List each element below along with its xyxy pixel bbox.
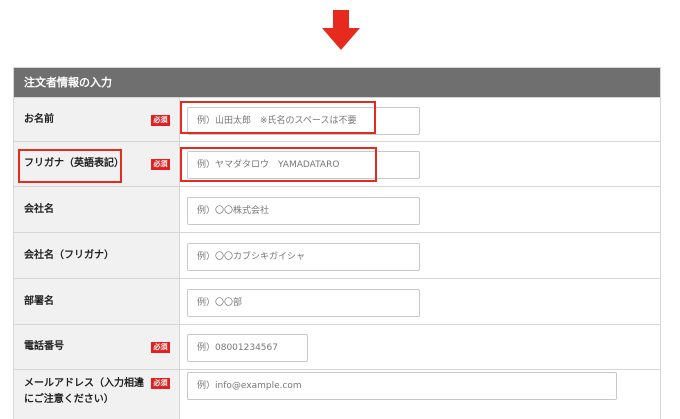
company-row: 会社名 例）〇〇株式会社 <box>14 186 660 232</box>
phone-input[interactable]: 例）08001234567 <box>187 334 308 362</box>
label-cell: フリガナ（英語表記） 必須 <box>14 142 180 186</box>
furigana-row: フリガナ（英語表記） 必須 例）ヤマダタロウ YAMADATARO <box>14 141 660 186</box>
required-badge: 必須 <box>151 342 170 353</box>
company-label: 会社名 <box>24 204 54 215</box>
department-label: 部署名 <box>24 296 54 307</box>
required-badge: 必須 <box>151 378 170 389</box>
company-furigana-input[interactable]: 例）〇〇カブシキガイシャ <box>187 243 420 271</box>
company-furigana-row: 会社名（フリガナ） 例）〇〇カブシキガイシャ <box>14 232 660 278</box>
required-badge: 必須 <box>151 115 170 126</box>
label-cell: 会社名（フリガナ） <box>14 233 180 278</box>
email-input[interactable]: 例）info@example.com <box>187 372 617 400</box>
name-input[interactable]: 例）山田太郎 ※氏名のスペースは不要 <box>187 107 420 135</box>
label-cell: メールアドレス（入力相違 にご注意ください） 必須 <box>14 370 180 419</box>
department-row: 部署名 例）〇〇部 <box>14 278 660 324</box>
furigana-label: フリガナ（英語表記） <box>24 158 124 169</box>
department-input[interactable]: 例）〇〇部 <box>187 289 420 317</box>
name-label: お名前 <box>24 114 54 125</box>
company-furigana-label: 会社名（フリガナ） <box>24 250 114 261</box>
orderer-info-form: 注文者情報の入力 お名前 必須 例）山田太郎 ※氏名のスペースは不要 フリガナ（… <box>13 67 661 419</box>
email-label-line2: にご注意ください） <box>24 394 114 405</box>
email-row: メールアドレス（入力相違 にご注意ください） 必須 例）info@example… <box>14 369 660 419</box>
phone-row: 電話番号 必須 例）08001234567 <box>14 324 660 369</box>
label-cell: 電話番号 必須 <box>14 325 180 369</box>
label-cell: お名前 必須 <box>14 98 180 141</box>
name-row: お名前 必須 例）山田太郎 ※氏名のスペースは不要 <box>14 97 660 141</box>
email-label-line1: メールアドレス（入力相違 <box>24 378 144 389</box>
company-input[interactable]: 例）〇〇株式会社 <box>187 197 420 225</box>
furigana-input[interactable]: 例）ヤマダタロウ YAMADATARO <box>187 151 420 179</box>
down-arrow-icon <box>322 10 360 50</box>
required-badge: 必須 <box>151 159 170 170</box>
label-cell: 部署名 <box>14 279 180 324</box>
section-title: 注文者情報の入力 <box>14 68 660 97</box>
label-cell: 会社名 <box>14 187 180 232</box>
phone-label: 電話番号 <box>24 341 64 352</box>
